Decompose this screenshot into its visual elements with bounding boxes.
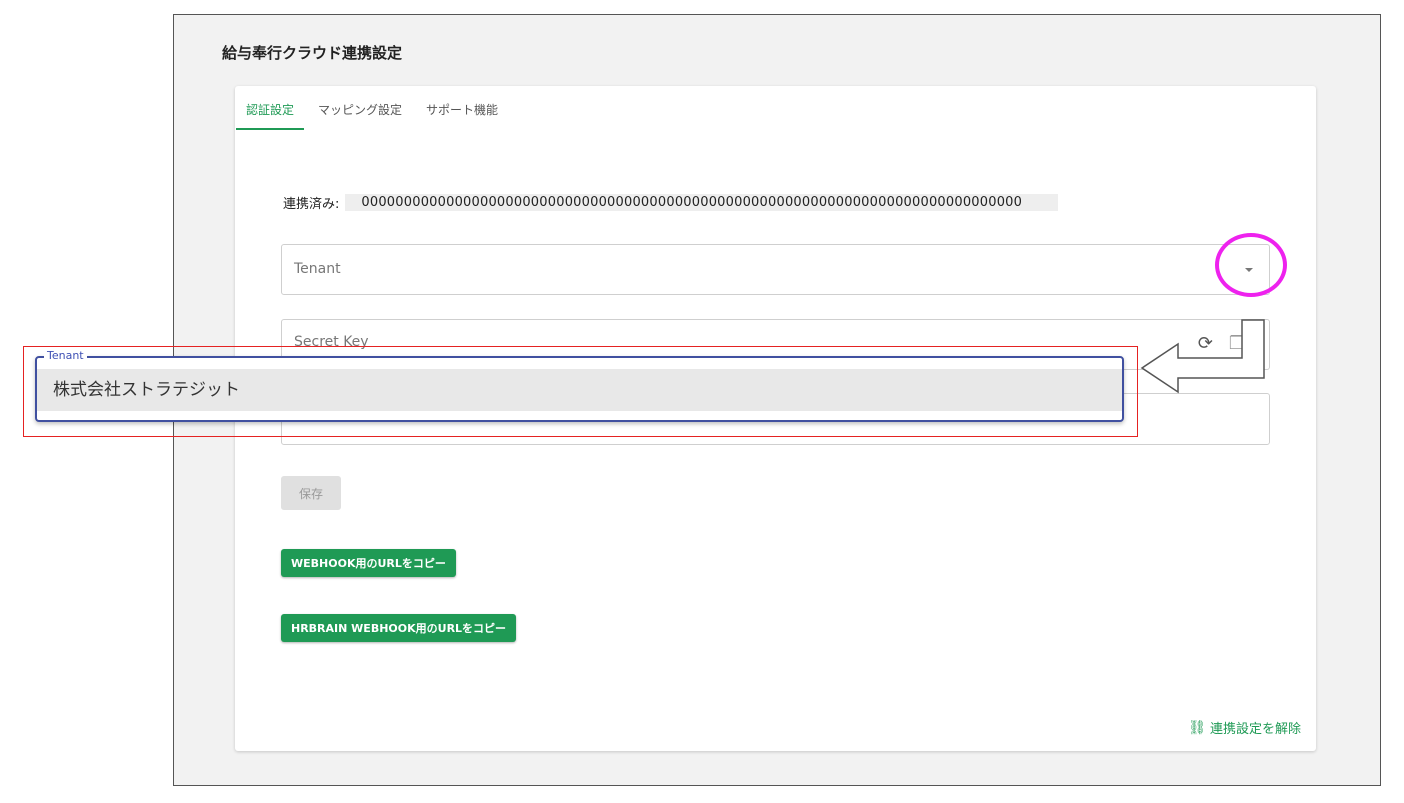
tab-support-functions[interactable]: サポート機能 [416,88,508,130]
page-title: 給与奉行クラウド連携設定 [222,44,403,62]
linked-value: 0000000000000000000000000000000000000000… [345,194,1059,211]
copy-hrbrain-webhook-url-button[interactable]: HRBRAIN WEBHOOK用のURLをコピー [281,614,517,642]
linked-label: 連携済み: [283,197,340,212]
annotation-circle [1215,233,1287,297]
unlink-label: 連携設定を解除 [1209,722,1301,737]
unlink-settings-link[interactable]: ⛓ 連携設定を解除 [1188,718,1301,738]
link-off-icon: ⛓ [1188,719,1206,736]
tenant-placeholder: Tenant [294,261,341,277]
popup-legend: Tenant [44,349,87,362]
linked-status: 連携済み: 0000000000000000000000000000000000… [283,193,1059,212]
tenant-option[interactable]: 株式会社ストラテジット [37,369,1122,411]
annotation-arrow [1140,319,1265,394]
tab-auth-settings[interactable]: 認証設定 [236,88,305,130]
tab-bar: 認証設定 マッピング設定 サポート機能 [236,88,512,130]
save-button[interactable]: 保存 [281,476,341,510]
tab-mapping-settings[interactable]: マッピング設定 [308,88,412,130]
copy-webhook-url-button[interactable]: WEBHOOK用のURLをコピー [281,549,456,577]
tenant-select[interactable]: Tenant [281,244,1270,295]
